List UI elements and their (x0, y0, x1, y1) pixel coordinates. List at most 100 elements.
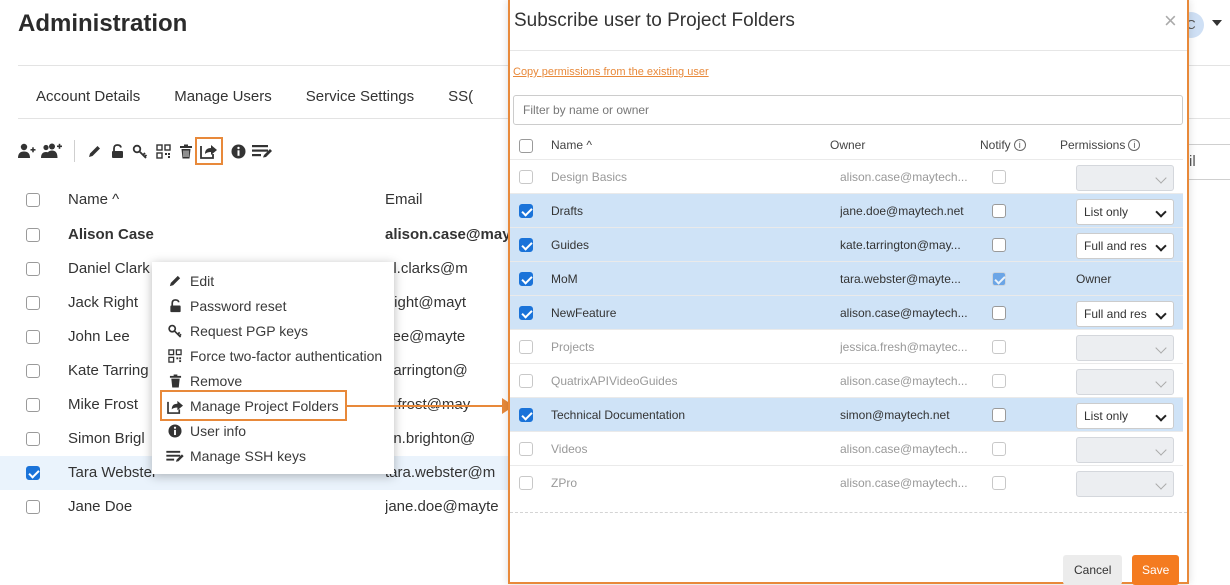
tab-service-settings[interactable]: Service Settings (306, 88, 414, 115)
folder-owner: alison.case@maytech... (840, 170, 968, 184)
background-button-partial[interactable]: il (1182, 144, 1230, 180)
menu-item-manage-ssh-keys[interactable]: Manage SSH keys (166, 445, 306, 467)
menu-item-remove[interactable]: Remove (166, 370, 242, 392)
notify-checkbox[interactable] (992, 272, 1006, 286)
menu-item-label: Password reset (190, 298, 287, 314)
folder-checkbox[interactable] (519, 272, 533, 286)
tab-sso[interactable]: SS( (448, 88, 473, 115)
pencil-icon (166, 274, 184, 288)
notify-checkbox[interactable] (992, 238, 1006, 252)
notify-checkbox[interactable] (992, 340, 1006, 354)
admin-tabs: Account Details Manage Users Service Set… (36, 88, 473, 115)
row-checkbox[interactable] (26, 262, 40, 276)
lock-icon[interactable] (108, 142, 126, 160)
tab-manage-users[interactable]: Manage Users (174, 88, 272, 115)
folder-checkbox[interactable] (519, 204, 533, 218)
row-checkbox[interactable] (26, 228, 40, 242)
row-checkbox[interactable] (26, 500, 40, 514)
info-icon[interactable]: i (1128, 139, 1141, 151)
list-item[interactable]: Technical Documentation simon@maytech.net… (510, 397, 1183, 431)
row-checkbox[interactable] (26, 432, 40, 446)
folder-owner: tara.webster@mayte... (840, 272, 961, 286)
folder-checkbox[interactable] (519, 170, 533, 184)
folder-checkbox[interactable] (519, 442, 533, 456)
folder-checkbox[interactable] (519, 306, 533, 320)
list-item[interactable]: Guides kate.tarrington@may... Full and res (510, 227, 1183, 261)
table-row[interactable]: Alison Case alison.case@may (0, 218, 510, 252)
user-name: Alison Case (68, 226, 154, 243)
notify-checkbox[interactable] (992, 476, 1006, 490)
list-item[interactable]: Design Basics alison.case@maytech... (510, 159, 1183, 193)
info-icon[interactable] (229, 142, 247, 160)
row-checkbox[interactable] (26, 364, 40, 378)
folder-checkbox[interactable] (519, 408, 533, 422)
save-button[interactable]: Save (1132, 555, 1180, 585)
list-item[interactable]: ZPro alison.case@maytech... (510, 465, 1183, 499)
folder-checkbox[interactable] (519, 374, 533, 388)
select-all-folders-checkbox[interactable] (519, 139, 533, 153)
user-name: Kate Tarring (68, 362, 149, 379)
list-item[interactable]: Projects jessica.fresh@maytec... (510, 329, 1183, 363)
add-users-icon[interactable] (41, 142, 63, 160)
notify-checkbox[interactable] (992, 442, 1006, 456)
key-icon[interactable] (131, 142, 149, 160)
permission-select[interactable] (1076, 335, 1174, 361)
filter-input[interactable] (513, 95, 1183, 125)
pencil-icon[interactable] (85, 142, 103, 160)
qr-code-icon[interactable] (154, 142, 172, 160)
list-item[interactable]: NewFeature alison.case@maytech... Full and… (510, 295, 1183, 329)
close-icon[interactable]: × (1164, 10, 1177, 32)
info-icon[interactable]: i (1013, 139, 1026, 151)
column-header-name[interactable]: Name ^ (68, 191, 119, 208)
permission-select[interactable]: List only (1076, 199, 1174, 225)
column-header-email[interactable]: Email (385, 191, 423, 208)
folder-checkbox[interactable] (519, 238, 533, 252)
notify-checkbox[interactable] (992, 408, 1006, 422)
notify-checkbox[interactable] (992, 374, 1006, 388)
share-folder-icon[interactable] (195, 137, 223, 165)
chevron-down-icon (1155, 478, 1167, 490)
copy-permissions-link[interactable]: Copy permissions from the existing user (513, 66, 709, 78)
menu-item-request-pgp-keys[interactable]: Request PGP keys (166, 320, 308, 342)
table-row[interactable]: Jane Doe jane.doe@mayte (0, 490, 510, 524)
notify-checkbox[interactable] (992, 306, 1006, 320)
column-header-name[interactable]: Name ^ (551, 138, 592, 152)
list-item[interactable]: MoM tara.webster@mayte... Owner (510, 261, 1183, 295)
permission-select[interactable]: List only (1076, 403, 1174, 429)
permission-select[interactable]: Full and res (1076, 233, 1174, 259)
add-user-icon[interactable] (18, 142, 36, 160)
cancel-button[interactable]: Cancel (1063, 555, 1123, 585)
menu-item-force-2fa[interactable]: Force two-factor authentication (166, 345, 382, 367)
chevron-down-icon (1155, 172, 1167, 184)
permission-select[interactable]: Full and res (1076, 301, 1174, 327)
folder-name: Technical Documentation (551, 408, 686, 422)
user-email: on.brighton@ (385, 430, 476, 447)
select-all-checkbox[interactable] (26, 193, 40, 207)
notify-checkbox[interactable] (992, 170, 1006, 184)
ssh-keys-icon[interactable] (252, 142, 272, 160)
list-item[interactable]: Videos alison.case@maytech... (510, 431, 1183, 465)
folder-checkbox[interactable] (519, 340, 533, 354)
permission-select[interactable] (1076, 471, 1174, 497)
list-item[interactable]: Drafts jane.doe@maytech.net List only (510, 193, 1183, 227)
permission-select[interactable] (1076, 165, 1174, 191)
folder-owner: alison.case@maytech... (840, 442, 968, 456)
row-checkbox[interactable] (26, 398, 40, 412)
folder-checkbox[interactable] (519, 476, 533, 490)
permission-select[interactable] (1076, 437, 1174, 463)
permission-select[interactable] (1076, 369, 1174, 395)
list-item[interactable]: QuatrixAPIVideoGuides alison.case@maytech… (510, 363, 1183, 397)
menu-item-user-info[interactable]: User info (166, 420, 246, 442)
row-checkbox[interactable] (26, 466, 40, 480)
notify-checkbox[interactable] (992, 204, 1006, 218)
menu-item-password-reset[interactable]: Password reset (166, 295, 286, 317)
menu-item-edit[interactable]: Edit (166, 270, 214, 292)
tab-account-details[interactable]: Account Details (36, 88, 140, 115)
menu-item-highlight-frame (160, 390, 347, 421)
row-checkbox[interactable] (26, 296, 40, 310)
trash-icon[interactable] (177, 142, 195, 160)
chevron-down-icon[interactable] (1212, 20, 1222, 26)
user-name: John Lee (68, 328, 130, 345)
user-email: el.clarks@m (385, 260, 468, 277)
row-checkbox[interactable] (26, 330, 40, 344)
